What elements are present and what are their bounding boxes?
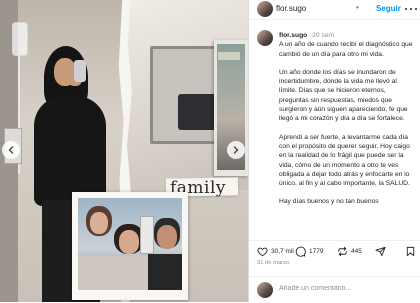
chevron-right-icon [233, 146, 239, 154]
like-button[interactable]: 30,7 mil [257, 246, 294, 257]
polaroid-iv-pump [140, 216, 154, 254]
save-button[interactable] [405, 246, 416, 257]
like-count: 30,7 mil [271, 248, 294, 255]
header-avatar[interactable] [257, 1, 273, 17]
chevron-left-icon [8, 146, 14, 154]
caption-username[interactable]: flor.sugo [279, 32, 307, 39]
caption-timestamp: 20 sem [312, 32, 335, 39]
comment-button[interactable]: 1779 [295, 246, 323, 257]
paper-plane-icon [375, 246, 386, 257]
comment-input[interactable] [279, 285, 415, 292]
polaroid-person-1-face [90, 212, 108, 234]
caption-paragraph-3: Aprendí a ser fuerte, a levantarme cada … [279, 133, 410, 188]
post-date: 31 de marzo [257, 260, 290, 266]
comment-count: 1779 [309, 248, 324, 255]
caption-text: flor.sugo 20 sem A un año de cuando reci… [279, 31, 415, 216]
repost-count: 445 [351, 248, 362, 255]
heart-icon [257, 247, 268, 257]
caption-paragraph-1: A un año de cuando recibí el diagnóstico… [279, 41, 413, 58]
viewer-avatar [257, 282, 273, 298]
carousel-prev-button[interactable] [2, 141, 20, 159]
collage-tape [218, 52, 240, 60]
share-button[interactable] [375, 246, 386, 257]
polaroid-photo [72, 192, 188, 300]
bookmark-icon [406, 246, 415, 257]
caption-paragraph-4: Hay días buenos y no tan buenos [279, 198, 379, 206]
post-media[interactable]: family [0, 0, 248, 302]
caption-paragraph-2: Un año donde los días se inundaron de in… [279, 68, 408, 123]
instagram-post-view: family flor.sugo • Seguir flor.sugo 20 s… [0, 0, 420, 302]
caption-avatar[interactable] [257, 30, 273, 46]
photo-iv-bag [12, 22, 28, 56]
post-details-panel: flor.sugo • Seguir flor.sugo 20 sem A un… [248, 0, 420, 302]
polaroid-person-2-face [119, 230, 139, 254]
post-actions-bar: 30,7 mil 1779 445 [249, 240, 420, 260]
follow-button[interactable]: Seguir [376, 4, 401, 13]
comment-icon [295, 246, 306, 257]
polaroid-man-body [148, 254, 182, 290]
repost-icon [338, 246, 347, 257]
polaroid-person-3-face [157, 225, 177, 249]
photo-person-phone [74, 60, 86, 82]
post-caption: flor.sugo 20 sem A un año de cuando reci… [249, 25, 420, 238]
header-separator: • [356, 3, 359, 12]
more-options-icon[interactable] [405, 5, 417, 13]
photo-person-torso [34, 96, 106, 206]
carousel-next-button[interactable] [227, 141, 245, 159]
header-username[interactable]: flor.sugo [276, 4, 306, 13]
comment-bar [249, 276, 420, 303]
polaroid-image [78, 198, 182, 290]
post-header: flor.sugo • Seguir [249, 0, 420, 20]
repost-button[interactable]: 445 [337, 246, 362, 257]
